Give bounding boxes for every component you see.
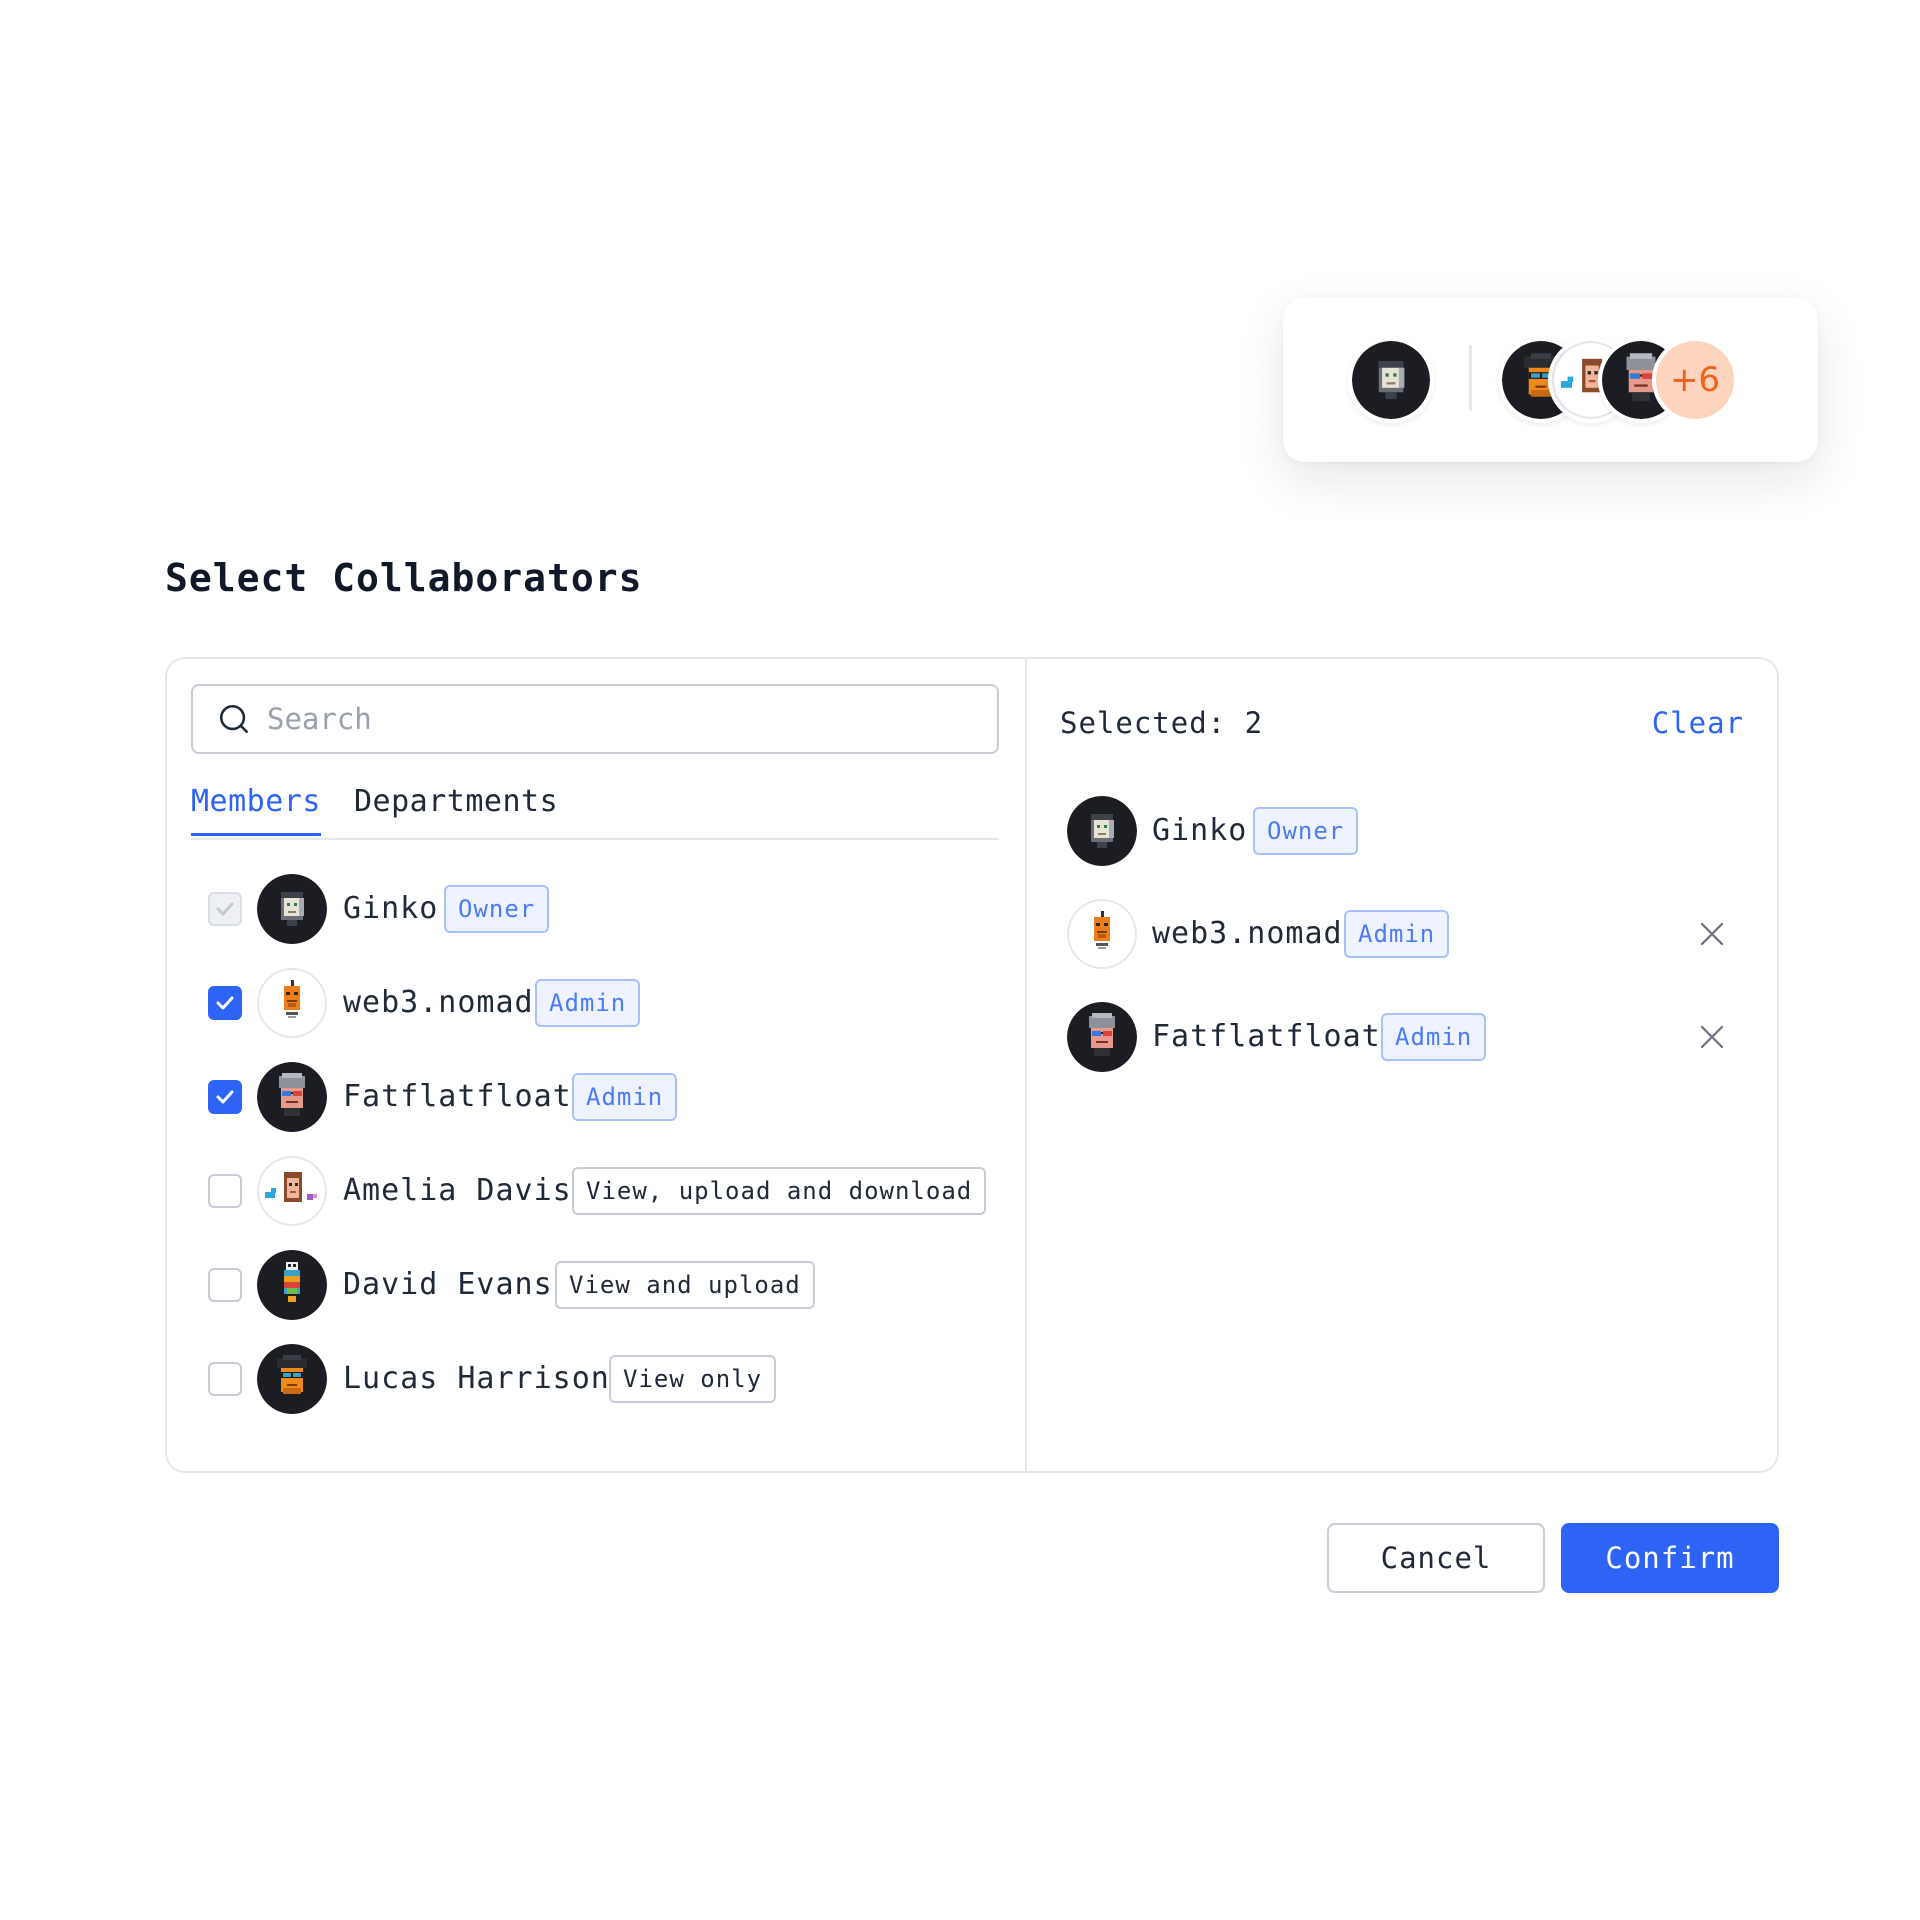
member-row-lucas-harrison[interactable]: Lucas Harrison View only — [167, 1344, 1027, 1414]
search-icon — [219, 704, 249, 734]
role-badge: Admin — [1381, 1013, 1487, 1061]
search-box[interactable] — [191, 684, 999, 754]
member-row-david-evans[interactable]: David Evans View and upload — [167, 1250, 1027, 1320]
role-badge: Owner — [444, 885, 550, 933]
member-name: Amelia Davis — [343, 1173, 572, 1208]
role-badge: View and upload — [555, 1261, 815, 1309]
cancel-button[interactable]: Cancel — [1327, 1523, 1545, 1593]
collaborator-avatar-group[interactable]: +6 — [1498, 337, 1758, 423]
owner-avatar[interactable] — [1348, 337, 1434, 423]
selected-item-fatflatfloat: Fatflatfloat Admin — [1027, 1002, 1777, 1072]
page-title: Select Collaborators — [165, 556, 643, 600]
member-row-ginko: Ginko Owner — [167, 874, 1027, 944]
avatar — [257, 1156, 327, 1226]
avatar — [257, 1344, 327, 1414]
remove-button[interactable] — [1697, 919, 1727, 949]
member-selection-pane: Members Departments Ginko Owner web3.nom… — [167, 659, 1027, 1471]
member-row-fatflatfloat[interactable]: Fatflatfloat Admin — [167, 1062, 1027, 1132]
member-tabs: Members Departments — [191, 784, 999, 840]
avatar — [1067, 1002, 1137, 1072]
role-badge: Admin — [572, 1073, 678, 1121]
selected-name: Ginko — [1152, 813, 1248, 848]
member-row-amelia-davis[interactable]: Amelia Davis View, upload and download — [167, 1156, 1027, 1226]
member-checkbox[interactable] — [208, 1080, 242, 1114]
member-name: David Evans — [343, 1267, 553, 1302]
collaborator-avatar-stack: +6 — [1283, 297, 1818, 462]
search-input[interactable] — [267, 702, 967, 736]
close-icon — [1700, 1025, 1724, 1049]
role-badge: View only — [609, 1355, 777, 1403]
check-icon — [216, 902, 234, 916]
member-name: Lucas Harrison — [343, 1361, 610, 1396]
member-name: Fatflatfloat — [343, 1079, 572, 1114]
member-checkbox[interactable] — [208, 1362, 242, 1396]
member-checkbox-disabled — [208, 892, 242, 926]
role-badge: View, upload and download — [572, 1167, 987, 1215]
role-badge: Admin — [535, 979, 641, 1027]
avatar — [257, 968, 327, 1038]
clear-button[interactable]: Clear — [1652, 706, 1744, 740]
member-checkbox[interactable] — [208, 986, 242, 1020]
check-icon — [216, 1090, 234, 1104]
role-badge: Admin — [1344, 910, 1450, 958]
selected-name: web3.nomad — [1152, 916, 1343, 951]
collaborator-picker: Members Departments Ginko Owner web3.nom… — [165, 657, 1779, 1473]
check-icon — [216, 996, 234, 1010]
selected-item-web3-nomad: web3.nomad Admin — [1027, 899, 1777, 969]
selected-pane: Selected: 2 Clear Ginko Owner web3.nomad… — [1027, 659, 1777, 1471]
remove-button[interactable] — [1697, 1022, 1727, 1052]
role-badge: Owner — [1253, 807, 1359, 855]
close-icon — [1700, 922, 1724, 946]
selected-item-ginko: Ginko Owner — [1027, 796, 1777, 866]
member-checkbox[interactable] — [208, 1268, 242, 1302]
more-collaborators-badge[interactable]: +6 — [1652, 337, 1738, 423]
avatar — [257, 1250, 327, 1320]
member-row-web3-nomad[interactable]: web3.nomad Admin — [167, 968, 1027, 1038]
selected-count: Selected: 2 — [1060, 706, 1264, 740]
tab-departments[interactable]: Departments — [354, 784, 558, 833]
tab-members[interactable]: Members — [191, 784, 321, 836]
confirm-button[interactable]: Confirm — [1561, 1523, 1779, 1593]
avatar — [257, 874, 327, 944]
avatar — [1067, 899, 1137, 969]
avatar — [257, 1062, 327, 1132]
member-checkbox[interactable] — [208, 1174, 242, 1208]
member-name: Ginko — [343, 891, 439, 926]
avatar — [1067, 796, 1137, 866]
member-name: web3.nomad — [343, 985, 534, 1020]
selected-name: Fatflatfloat — [1152, 1019, 1381, 1054]
stack-divider — [1469, 345, 1472, 411]
